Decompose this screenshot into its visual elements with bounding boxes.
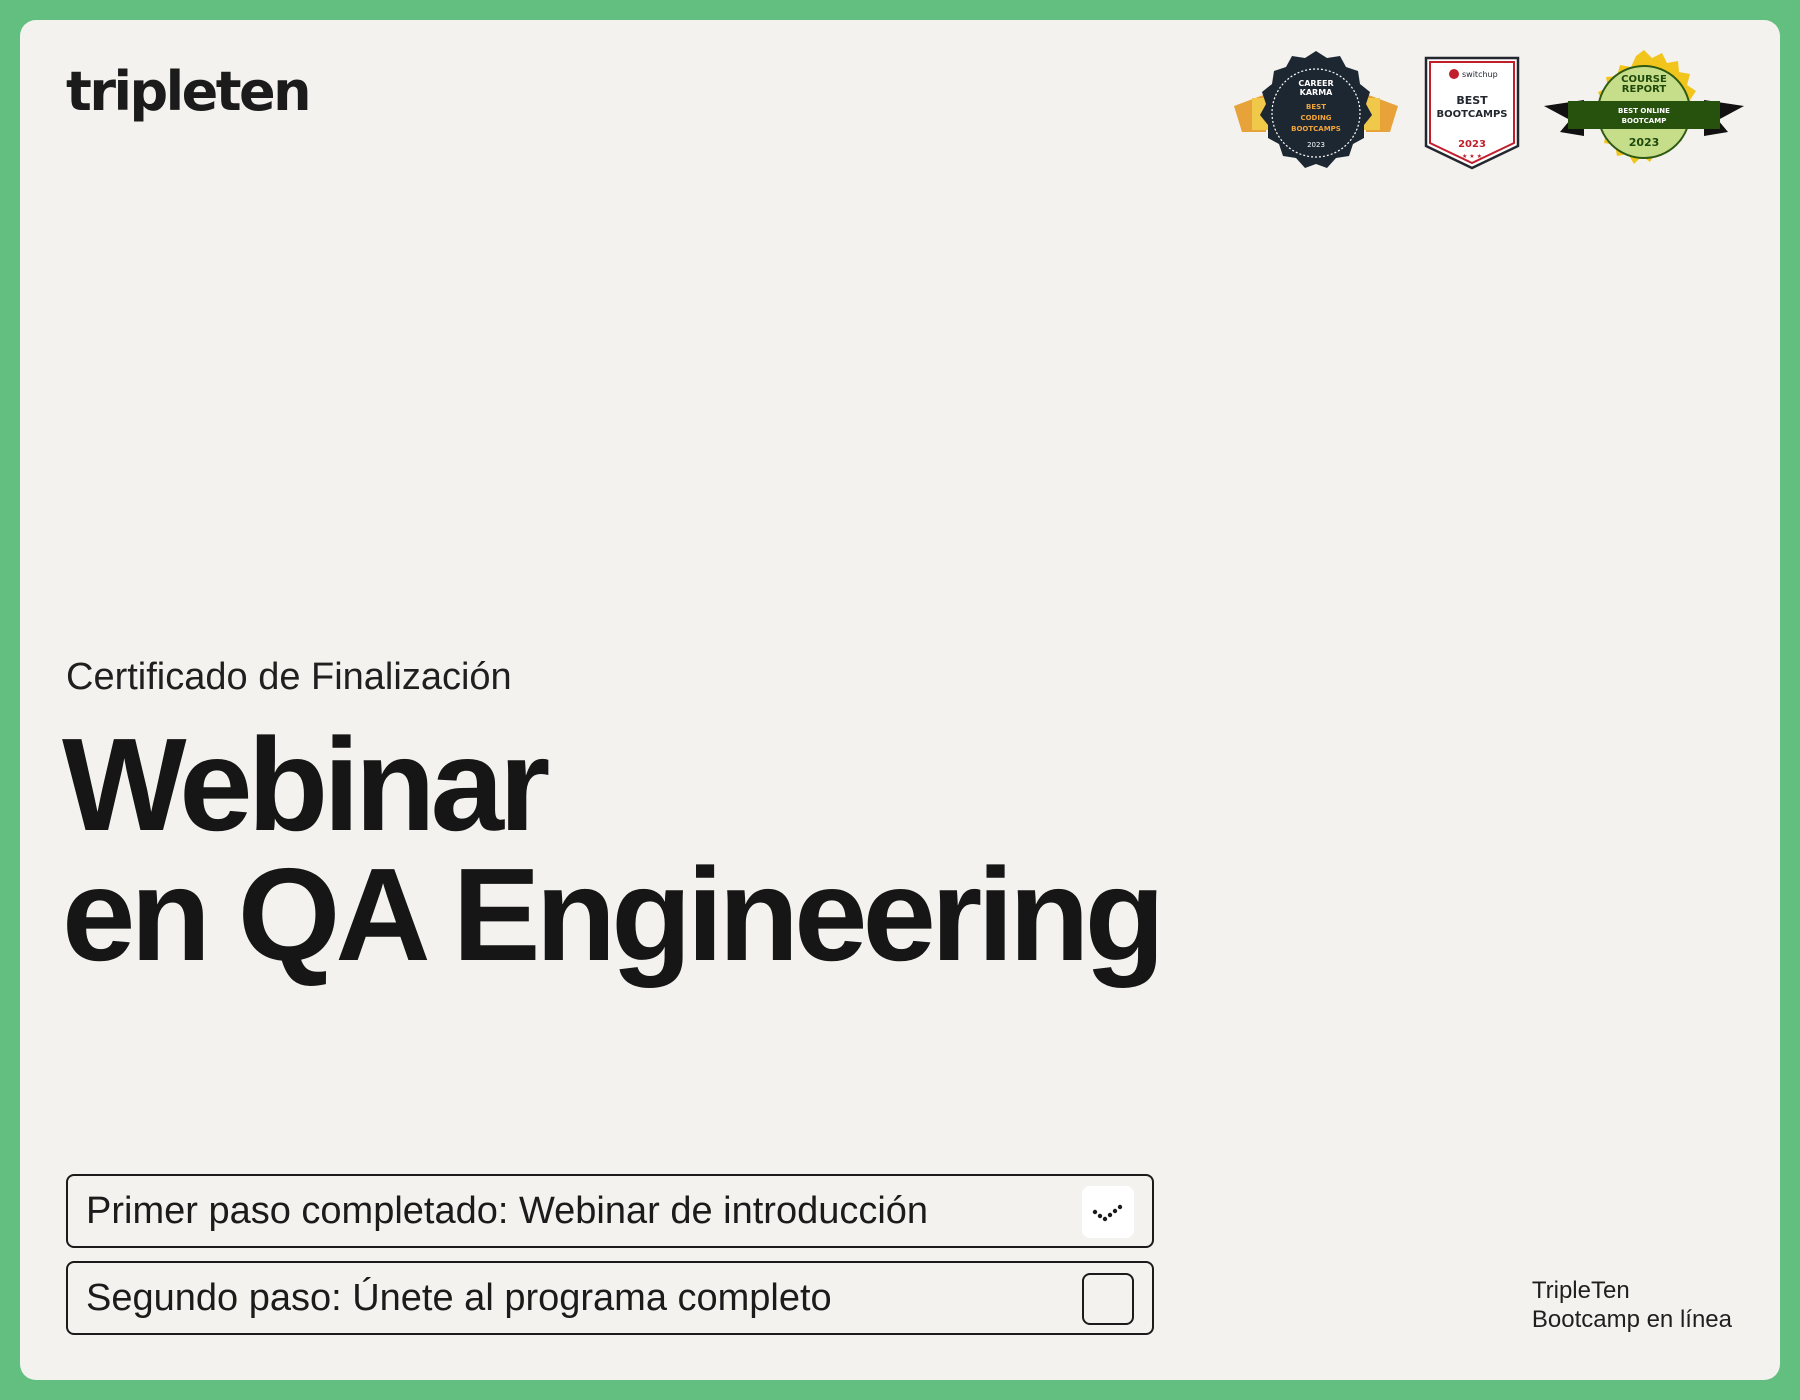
course-report-text-4: BOOTCAMP xyxy=(1622,117,1667,125)
career-karma-text-6: 2023 xyxy=(1307,141,1325,149)
step-checkbox-checked xyxy=(1082,1186,1134,1238)
step-item-second: Segundo paso: Únete al programa completo xyxy=(66,1261,1154,1335)
footer-tagline: Bootcamp en línea xyxy=(1531,1306,1732,1333)
step-label: Segundo paso: Únete al programa completo xyxy=(86,1276,832,1319)
step-label: Primer paso completado: Webinar de intro… xyxy=(86,1189,929,1232)
title-line-1: Webinar xyxy=(62,711,550,858)
footer-signature: TripleTen Bootcamp en línea xyxy=(1532,1276,1732,1334)
step-item-first: Primer paso completado: Webinar de intro… xyxy=(66,1174,1154,1248)
check-icon xyxy=(1092,1204,1123,1222)
course-report-badge: COURSE REPORT BEST ONLINE BOOTCAMP 2023 xyxy=(1544,50,1744,176)
footer-company: TripleTen xyxy=(1531,1277,1630,1304)
switchup-badge: switchup BEST BOOTCAMPS 2023 ★ ★ ★ xyxy=(1420,54,1524,172)
career-karma-text-4: CODING xyxy=(1300,114,1331,122)
switchup-text-4: 2023 xyxy=(1458,139,1486,150)
career-karma-text-3: BEST xyxy=(1306,103,1326,111)
switchup-text-2: BEST xyxy=(1456,94,1488,107)
certificate-card: tripleten CAREER KARMA BEST CODING BOOTC… xyxy=(20,20,1780,1380)
switchup-text-1: switchup xyxy=(1462,70,1498,79)
switchup-text-3: BOOTCAMPS xyxy=(1436,109,1507,120)
course-report-text-5: 2023 xyxy=(1629,136,1660,149)
certificate-title: Webinar en QA Engineering xyxy=(62,711,1165,988)
career-karma-text-2: KARMA xyxy=(1300,88,1334,97)
star-icon: ★ ★ ★ xyxy=(1462,153,1482,160)
step-checkbox-empty xyxy=(1082,1273,1134,1325)
career-karma-text-5: BOOTCAMPS xyxy=(1291,125,1341,133)
title-line-2: en QA Engineering xyxy=(62,841,1165,988)
certificate-subtitle: Certificado de Finalización xyxy=(66,656,512,698)
course-report-text-3: BEST ONLINE xyxy=(1618,107,1670,115)
course-report-text-2: REPORT xyxy=(1622,84,1667,95)
steps-list: Primer paso completado: Webinar de intro… xyxy=(66,1174,1154,1348)
career-karma-text-1: CAREER xyxy=(1298,79,1333,88)
award-badges: CAREER KARMA BEST CODING BOOTCAMPS 2023 … xyxy=(1232,50,1744,176)
tripleten-logo: tripleten xyxy=(66,60,312,123)
career-karma-badge: CAREER KARMA BEST CODING BOOTCAMPS 2023 xyxy=(1232,50,1400,176)
